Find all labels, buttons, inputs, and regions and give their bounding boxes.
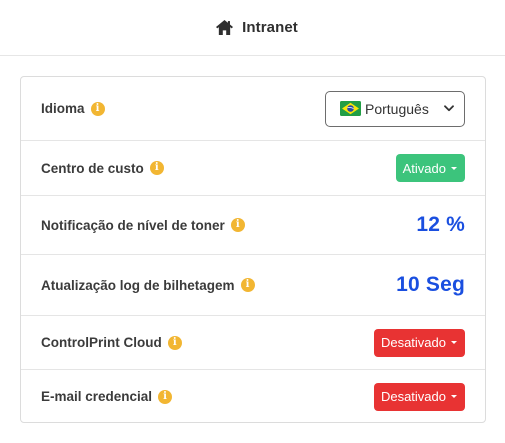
setting-label: Centro de custo bbox=[41, 160, 144, 176]
info-icon[interactable]: i bbox=[90, 101, 105, 116]
info-icon[interactable]: i bbox=[230, 218, 245, 232]
setting-label-group: Notificação de nível de toner i bbox=[41, 218, 245, 233]
toggle-label: Desativado bbox=[380, 389, 446, 404]
page-title: Intranet bbox=[242, 19, 298, 36]
setting-row-email: E-mail credencial i Desativado bbox=[21, 369, 485, 423]
info-icon[interactable]: i bbox=[158, 389, 173, 404]
caret-down-icon bbox=[451, 395, 457, 398]
header-title-group: Intranet bbox=[215, 19, 298, 36]
page-header: Intranet bbox=[0, 0, 505, 56]
chevron-down-icon bbox=[444, 105, 454, 112]
setting-label: Idioma bbox=[41, 101, 85, 116]
setting-label-group: ControlPrint Cloud i bbox=[41, 335, 182, 350]
cloud-toggle-button[interactable]: Desativado bbox=[373, 328, 465, 357]
setting-row-cloud: ControlPrint Cloud i Desativado bbox=[21, 315, 485, 369]
setting-row-centro-custo: Centro de custo i Ativado bbox=[21, 140, 485, 195]
email-toggle-button[interactable]: Desativado bbox=[373, 382, 465, 411]
caret-down-icon bbox=[451, 166, 457, 170]
brazil-flag-icon bbox=[340, 101, 361, 116]
settings-card: Idioma i Português Centro de custo i Ati… bbox=[20, 76, 486, 423]
bilhetagem-interval-value[interactable]: 10 Seg bbox=[396, 273, 465, 297]
setting-row-toner: Notificação de nível de toner i 12 % bbox=[21, 195, 485, 254]
setting-label-group: Idioma i bbox=[41, 101, 105, 116]
setting-row-idioma: Idioma i Português bbox=[21, 77, 485, 140]
info-icon[interactable]: i bbox=[167, 335, 182, 350]
setting-row-bilhetagem: Atualização log de bilhetagem i 10 Seg bbox=[21, 254, 485, 315]
info-icon[interactable]: i bbox=[240, 278, 255, 292]
setting-label: Atualização log de bilhetagem bbox=[41, 277, 235, 293]
setting-label-group: Atualização log de bilhetagem i bbox=[41, 278, 255, 293]
home-icon bbox=[216, 19, 234, 36]
centro-custo-toggle-button[interactable]: Ativado bbox=[395, 154, 465, 182]
language-select-value: Português bbox=[365, 100, 429, 117]
setting-label: ControlPrint Cloud bbox=[41, 335, 162, 350]
setting-label-group: Centro de custo i bbox=[41, 161, 164, 176]
setting-label: Notificação de nível de toner bbox=[41, 217, 225, 233]
toner-level-value[interactable]: 12 % bbox=[416, 213, 465, 237]
setting-label: E-mail credencial bbox=[41, 389, 153, 404]
toggle-label: Desativado bbox=[380, 335, 446, 350]
toggle-label: Ativado bbox=[402, 160, 446, 176]
language-select[interactable]: Português bbox=[325, 90, 465, 127]
info-icon[interactable]: i bbox=[149, 161, 164, 175]
setting-label-group: E-mail credencial i bbox=[41, 389, 173, 404]
caret-down-icon bbox=[451, 341, 457, 344]
